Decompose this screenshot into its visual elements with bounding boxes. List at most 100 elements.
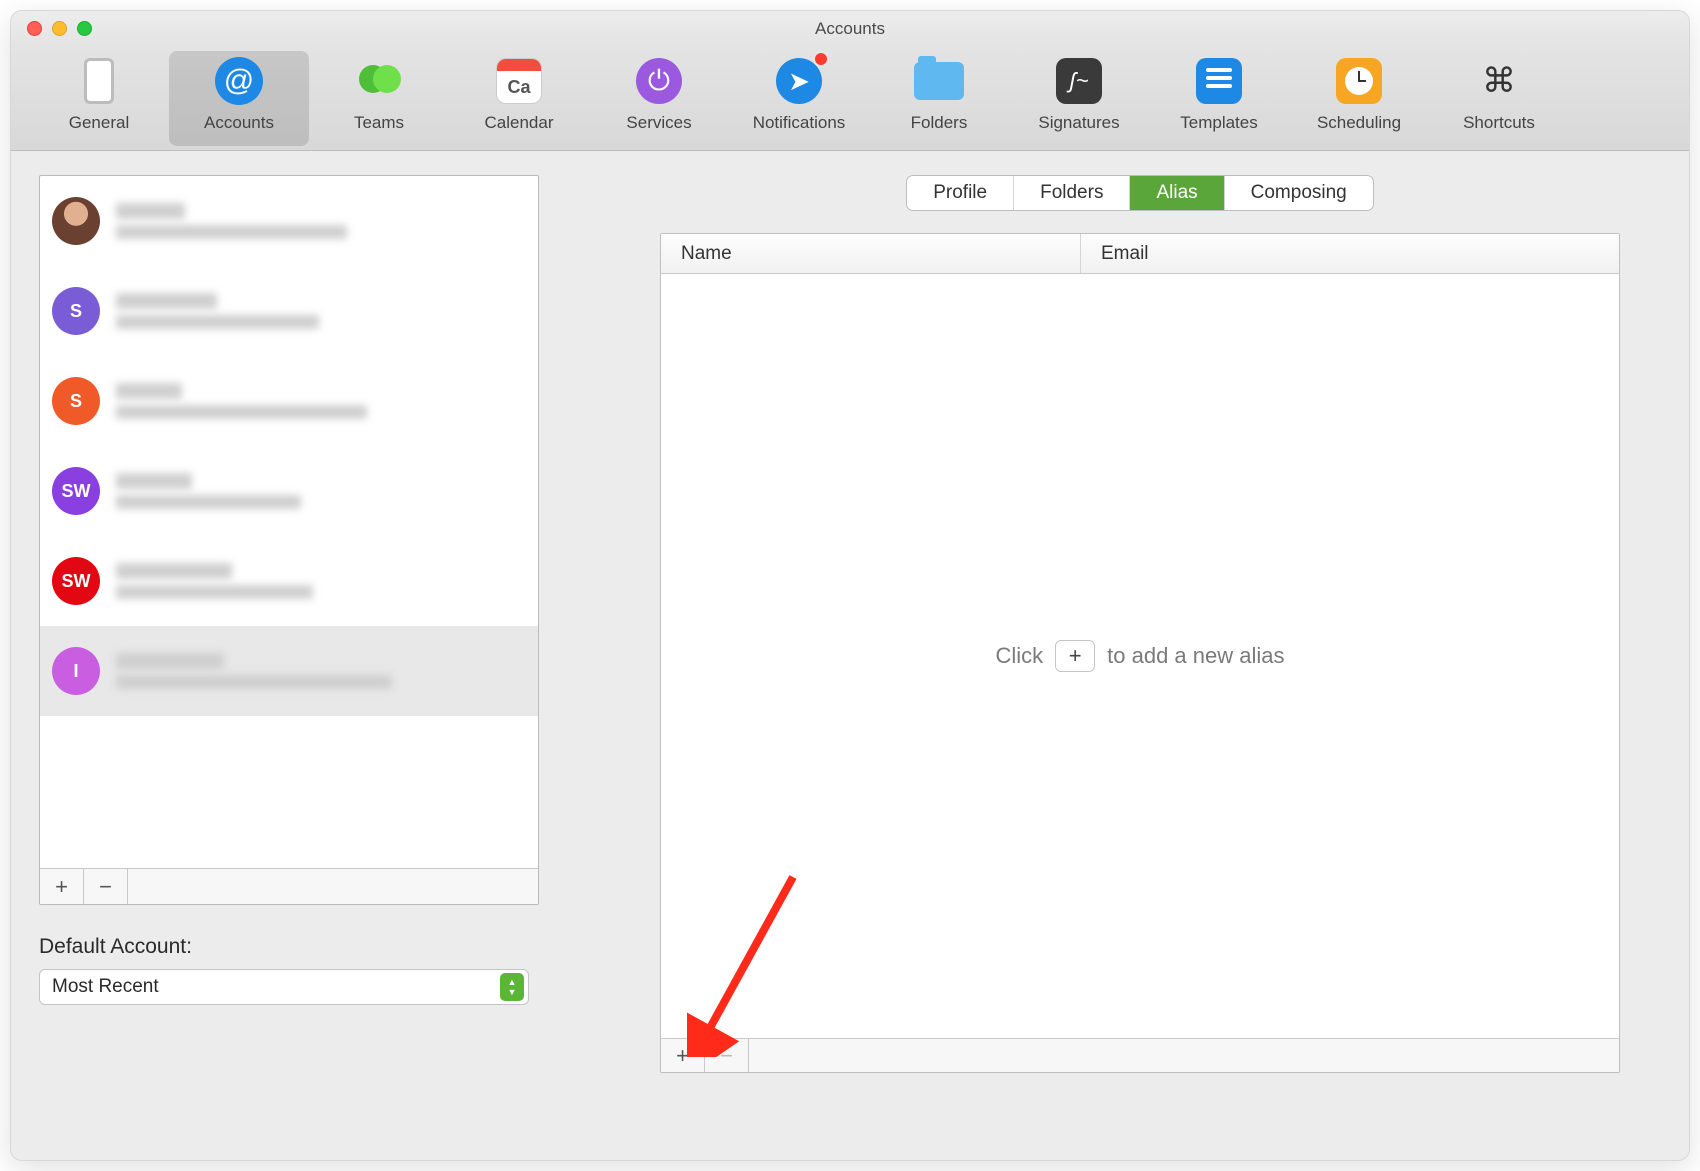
templates-icon [1193, 55, 1245, 107]
account-email-redacted [116, 495, 301, 509]
account-row[interactable] [40, 176, 538, 266]
alias-table-body: Click + to add a new alias [661, 274, 1619, 1038]
account-text [116, 383, 367, 419]
toolbar-folders[interactable]: Folders [869, 51, 1009, 146]
account-row[interactable]: SW [40, 446, 538, 536]
toolbar-label: Services [626, 113, 691, 133]
avatar-initials: I [52, 647, 100, 695]
avatar-initials: S [52, 287, 100, 335]
placeholder-text-suffix: to add a new alias [1107, 643, 1284, 669]
account-name-redacted [116, 293, 217, 309]
toolbar-label: Shortcuts [1463, 113, 1535, 133]
account-email-redacted [116, 585, 313, 599]
account-row[interactable]: S [40, 266, 538, 356]
accounts-list[interactable]: S S SW SW I [40, 176, 538, 868]
accounts-icon: @ [213, 55, 265, 107]
account-name-redacted [116, 473, 192, 489]
account-email-redacted [116, 405, 367, 419]
placeholder-plus-icon: + [1055, 640, 1095, 672]
preferences-window: Accounts General @ Accounts Teams Ca Calendar… [10, 10, 1690, 1161]
add-account-button[interactable]: + [40, 869, 84, 904]
tab-alias[interactable]: Alias [1130, 176, 1224, 210]
account-text [116, 473, 301, 509]
alias-panel: Name Email Click + to add a new alias + … [660, 233, 1620, 1073]
toolbar-label: Scheduling [1317, 113, 1401, 133]
zoom-window-button[interactable] [77, 21, 92, 36]
account-text [116, 203, 347, 239]
shortcuts-icon: ⌘ [1473, 55, 1525, 107]
toolbar-label: Teams [354, 113, 404, 133]
services-icon: ⏻ [633, 55, 685, 107]
notifications-icon: ➤ [773, 55, 825, 107]
titlebar: Accounts [11, 11, 1689, 45]
account-email-redacted [116, 675, 392, 689]
window-title: Accounts [815, 19, 885, 45]
account-text [116, 293, 319, 329]
avatar-initials: S [52, 377, 100, 425]
account-email-redacted [116, 315, 319, 329]
teams-icon [353, 55, 405, 107]
folders-icon [913, 55, 965, 107]
default-account-label: Default Account: [39, 935, 539, 959]
alias-table-header: Name Email [661, 234, 1619, 274]
toolbar-label: General [69, 113, 129, 133]
toolbar-label: Calendar [485, 113, 554, 133]
window-controls [27, 21, 92, 36]
alias-column-email[interactable]: Email [1081, 234, 1619, 273]
account-detail-column: ProfileFoldersAliasComposing Name Email … [619, 175, 1661, 1136]
account-row[interactable]: S [40, 356, 538, 446]
toolbar-label: Notifications [753, 113, 846, 133]
alias-column-name[interactable]: Name [661, 234, 1081, 273]
scheduling-icon [1333, 55, 1385, 107]
account-tabs: ProfileFoldersAliasComposing [906, 175, 1374, 211]
toolbar-label: Templates [1180, 113, 1257, 133]
toolbar-shortcuts[interactable]: ⌘ Shortcuts [1429, 51, 1569, 146]
remove-alias-button[interactable]: − [705, 1039, 749, 1072]
accounts-column: S S SW SW I + − Default Account: [39, 175, 539, 1136]
content-area: S S SW SW I + − Default Account: [11, 151, 1689, 1160]
account-text [116, 563, 313, 599]
accounts-list-footer: + − [40, 868, 538, 904]
account-email-redacted [116, 225, 347, 239]
account-row[interactable]: I [40, 626, 538, 716]
toolbar-services[interactable]: ⏻ Services [589, 51, 729, 146]
close-window-button[interactable] [27, 21, 42, 36]
default-account-value: Most Recent [52, 976, 500, 998]
toolbar-signatures[interactable]: ʃ~ Signatures [1009, 51, 1149, 146]
placeholder-text-prefix: Click [995, 643, 1043, 669]
calendar-icon: Ca [493, 55, 545, 107]
select-stepper-icon: ▲▼ [500, 973, 524, 1001]
toolbar-calendar[interactable]: Ca Calendar [449, 51, 589, 146]
account-name-redacted [116, 383, 182, 399]
toolbar-scheduling[interactable]: Scheduling [1289, 51, 1429, 146]
tab-composing[interactable]: Composing [1225, 176, 1373, 210]
tab-folders2[interactable]: Folders [1014, 176, 1130, 210]
toolbar-label: Folders [911, 113, 968, 133]
accounts-list-box: S S SW SW I + − [39, 175, 539, 905]
toolbar-general[interactable]: General [29, 51, 169, 146]
default-account-select[interactable]: Most Recent ▲▼ [39, 969, 529, 1005]
toolbar-accounts[interactable]: @ Accounts [169, 51, 309, 146]
toolbar-templates[interactable]: Templates [1149, 51, 1289, 146]
minimize-window-button[interactable] [52, 21, 67, 36]
tab-profile[interactable]: Profile [907, 176, 1014, 210]
toolbar-notifications[interactable]: ➤ Notifications [729, 51, 869, 146]
signatures-icon: ʃ~ [1053, 55, 1105, 107]
alias-footer: + − [661, 1038, 1619, 1072]
avatar-initials: SW [52, 467, 100, 515]
notification-badge [813, 51, 829, 67]
account-name-redacted [116, 203, 185, 219]
add-alias-button[interactable]: + [661, 1039, 705, 1072]
preferences-toolbar: General @ Accounts Teams Ca Calendar ⏻ Services… [11, 45, 1689, 151]
account-name-redacted [116, 653, 224, 669]
account-text [116, 653, 392, 689]
account-row[interactable]: SW [40, 536, 538, 626]
general-icon [73, 55, 125, 107]
toolbar-label: Signatures [1038, 113, 1119, 133]
remove-account-button[interactable]: − [84, 869, 128, 904]
toolbar-teams[interactable]: Teams [309, 51, 449, 146]
avatar-photo [52, 197, 100, 245]
avatar-initials: SW [52, 557, 100, 605]
toolbar-label: Accounts [204, 113, 274, 133]
account-name-redacted [116, 563, 232, 579]
